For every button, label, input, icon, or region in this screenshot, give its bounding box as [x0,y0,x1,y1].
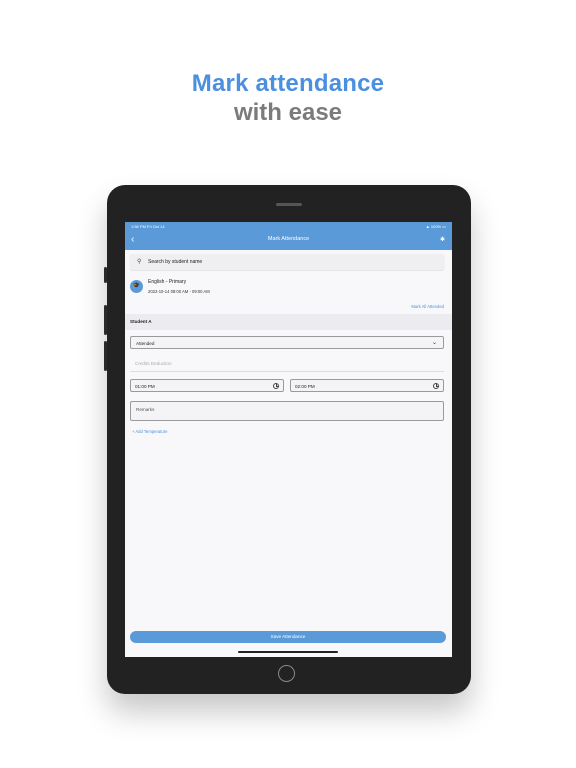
student-header: Student A [125,314,452,330]
course-name: English - Primary [148,279,187,285]
status-battery: ▲ 100% ▭ [425,224,446,229]
credits-deduction-field[interactable]: Credits Deduction [130,359,444,372]
volume-button [104,267,107,283]
volume-up-button [104,305,107,335]
save-attendance-button[interactable]: Save Attendance [130,631,446,643]
course-info: 🎓 English - Primary 2022-10-14 08:00 AM … [130,277,450,299]
end-time-value: 02:00 PM [295,383,315,389]
search-placeholder: Search by student name [148,259,203,265]
attendance-status-select[interactable]: Attended ⌄ [130,336,444,349]
home-button[interactable] [278,665,295,682]
attendance-status-value: Attended [136,340,155,346]
home-indicator [238,651,338,653]
mark-all-attended-link[interactable]: Mark All Attended [411,304,444,309]
course-time: 2022-10-14 08:00 AM - 09:00 AM [148,289,210,294]
start-time-value: 01:00 PM [135,383,155,389]
volume-down-button [104,341,107,371]
bluetooth-icon[interactable]: ✱ [440,236,445,243]
end-time-field[interactable]: 02:00 PM [290,379,444,392]
clock-icon [273,382,279,389]
promo-headline: Mark attendance [191,70,385,97]
student-name: Student A [130,319,152,324]
search-icon: ⚲ [137,259,142,265]
remarks-placeholder: Remarks [136,407,155,412]
start-time-field[interactable]: 01:00 PM [130,379,284,392]
camera-speaker [276,203,302,206]
graduation-cap-icon: 🎓 [130,280,143,293]
status-time: 1:56 PM Fri Oct 14 [131,224,165,229]
status-bar: 1:56 PM Fri Oct 14 ▲ 100% ▭ [125,222,452,231]
nav-bar: ‹ Mark Attendance ✱ [125,231,452,250]
add-temperature-link[interactable]: + Add Temperature [132,429,167,434]
credits-placeholder: Credits Deduction [135,361,172,366]
app-screen: 1:56 PM Fri Oct 14 ▲ 100% ▭ ‹ Mark Atten… [125,222,452,657]
page-title: Mark Attendance [267,236,310,242]
clock-icon [433,382,439,389]
chevron-down-icon: ⌄ [431,339,437,346]
promo-subheadline: with ease [233,99,343,126]
search-input[interactable]: ⚲ Search by student name [130,254,444,270]
tablet-device: 1:56 PM Fri Oct 14 ▲ 100% ▭ ‹ Mark Atten… [104,185,471,694]
remarks-field[interactable]: Remarks [130,401,444,421]
